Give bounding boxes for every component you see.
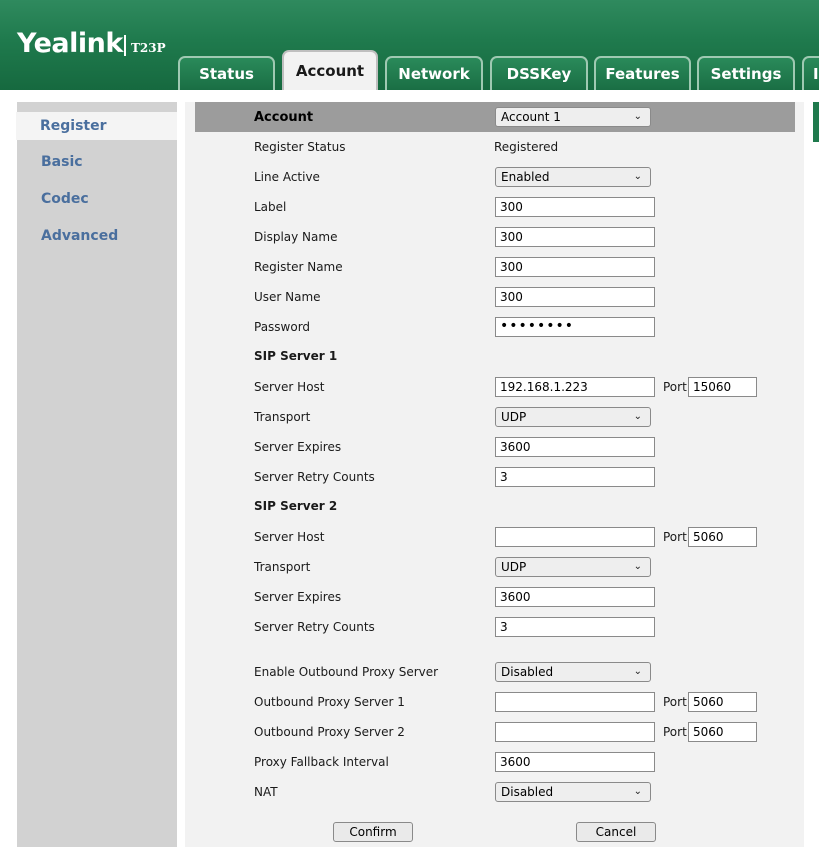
password-label: Password bbox=[254, 320, 311, 334]
sidebar-item-basic[interactable]: Basic bbox=[41, 154, 83, 170]
right-edge-bar bbox=[813, 102, 819, 142]
sip1-transport-value: UDP bbox=[501, 410, 527, 424]
tab-account[interactable]: Account bbox=[282, 50, 378, 90]
register-status-label: Register Status bbox=[254, 140, 346, 154]
nat-select[interactable]: Disabled ⌄ bbox=[495, 782, 651, 802]
sip1-server-host-input[interactable]: 192.168.1.223 bbox=[495, 377, 655, 397]
register-name-input[interactable]: 300 bbox=[495, 257, 655, 277]
account-select[interactable]: Account 1 ⌄ bbox=[495, 107, 651, 127]
sip1-transport-label: Transport bbox=[254, 410, 311, 424]
chevron-down-icon: ⌄ bbox=[633, 411, 642, 422]
chevron-down-icon: ⌄ bbox=[633, 561, 642, 572]
line-active-value: Enabled bbox=[501, 170, 550, 184]
tab-status[interactable]: Status bbox=[178, 56, 275, 90]
nat-label: NAT bbox=[254, 785, 278, 799]
sip2-server-host-label: Server Host bbox=[254, 530, 325, 544]
sip2-port-input[interactable]: 5060 bbox=[688, 527, 757, 547]
sip2-transport-label: Transport bbox=[254, 560, 311, 574]
sidebar-item-register[interactable]: Register bbox=[16, 112, 177, 140]
proxy2-label: Outbound Proxy Server 2 bbox=[254, 725, 405, 739]
password-input[interactable]: •••••••• bbox=[495, 317, 655, 337]
proxy2-port-input[interactable]: 5060 bbox=[688, 722, 757, 742]
chevron-down-icon: ⌄ bbox=[633, 171, 642, 182]
cancel-button[interactable]: Cancel bbox=[576, 822, 656, 842]
outbound-enable-value: Disabled bbox=[501, 665, 554, 679]
sip2-retry-label: Server Retry Counts bbox=[254, 620, 375, 634]
line-active-select[interactable]: Enabled ⌄ bbox=[495, 167, 651, 187]
register-status-value: Registered bbox=[494, 140, 559, 154]
sip2-expires-input[interactable]: 3600 bbox=[495, 587, 655, 607]
fallback-input[interactable]: 3600 bbox=[495, 752, 655, 772]
sip2-server-host-input[interactable] bbox=[495, 527, 655, 547]
sidebar-item-advanced[interactable]: Advanced bbox=[41, 228, 118, 244]
sip1-transport-select[interactable]: UDP ⌄ bbox=[495, 407, 651, 427]
account-select-value: Account 1 bbox=[501, 110, 561, 124]
outbound-enable-label: Enable Outbound Proxy Server bbox=[254, 665, 439, 679]
sip2-port-label: Port bbox=[663, 530, 687, 544]
tab-network[interactable]: Network bbox=[385, 56, 483, 90]
sip1-port-label: Port bbox=[663, 380, 687, 394]
top-header: Yealink T23P Status Account Network DSSK… bbox=[0, 0, 819, 90]
sip1-retry-input[interactable]: 3 bbox=[495, 467, 655, 487]
user-name-input[interactable]: 300 bbox=[495, 287, 655, 307]
outbound-enable-select[interactable]: Disabled ⌄ bbox=[495, 662, 651, 682]
register-name-label: Register Name bbox=[254, 260, 343, 274]
sip2-expires-label: Server Expires bbox=[254, 590, 342, 604]
display-name-label: Display Name bbox=[254, 230, 338, 244]
sip1-expires-input[interactable]: 3600 bbox=[495, 437, 655, 457]
line-active-label: Line Active bbox=[254, 170, 320, 184]
tab-more[interactable]: I bbox=[802, 56, 819, 90]
chevron-down-icon: ⌄ bbox=[633, 666, 642, 677]
tab-dsskey[interactable]: DSSKey bbox=[490, 56, 588, 90]
user-name-label: User Name bbox=[254, 290, 321, 304]
logo-separator bbox=[124, 35, 126, 56]
proxy1-port-label: Port bbox=[663, 695, 687, 709]
tab-settings[interactable]: Settings bbox=[697, 56, 795, 90]
sip1-expires-label: Server Expires bbox=[254, 440, 342, 454]
proxy2-input[interactable] bbox=[495, 722, 655, 742]
confirm-button[interactable]: Confirm bbox=[333, 822, 413, 842]
sip1-port-input[interactable]: 15060 bbox=[688, 377, 757, 397]
label-input[interactable]: 300 bbox=[495, 197, 655, 217]
sip2-retry-input[interactable]: 3 bbox=[495, 617, 655, 637]
fallback-label: Proxy Fallback Interval bbox=[254, 755, 389, 769]
account-label: Account bbox=[254, 110, 314, 125]
sip1-retry-label: Server Retry Counts bbox=[254, 470, 375, 484]
sip1-server-host-label: Server Host bbox=[254, 380, 325, 394]
proxy1-label: Outbound Proxy Server 1 bbox=[254, 695, 405, 709]
chevron-down-icon: ⌄ bbox=[633, 786, 642, 797]
proxy2-port-label: Port bbox=[663, 725, 687, 739]
model-label: T23P bbox=[131, 41, 166, 55]
yealink-logo: Yealink bbox=[17, 28, 123, 59]
sidebar: Register Basic Codec Advanced bbox=[16, 102, 177, 847]
nat-value: Disabled bbox=[501, 785, 554, 799]
chevron-down-icon: ⌄ bbox=[633, 111, 642, 122]
sip-server-2-title: SIP Server 2 bbox=[254, 499, 338, 513]
tab-features[interactable]: Features bbox=[594, 56, 691, 90]
sip-server-1-title: SIP Server 1 bbox=[254, 349, 338, 363]
proxy1-port-input[interactable]: 5060 bbox=[688, 692, 757, 712]
sip2-transport-value: UDP bbox=[501, 560, 527, 574]
proxy1-input[interactable] bbox=[495, 692, 655, 712]
display-name-input[interactable]: 300 bbox=[495, 227, 655, 247]
sidebar-item-codec[interactable]: Codec bbox=[41, 191, 89, 207]
label-label: Label bbox=[254, 200, 287, 214]
sip2-transport-select[interactable]: UDP ⌄ bbox=[495, 557, 651, 577]
